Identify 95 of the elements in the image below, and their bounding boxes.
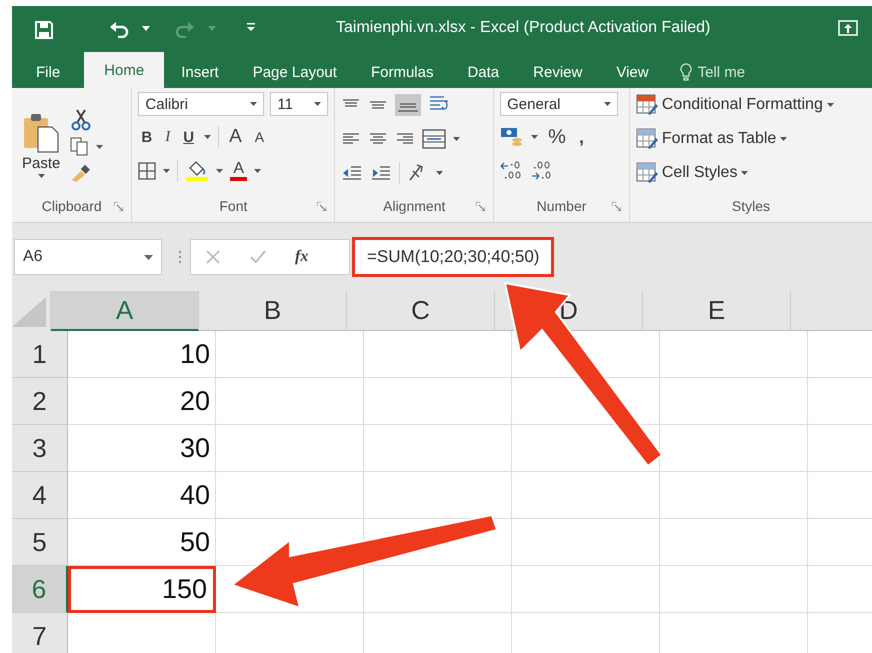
decrease-indent-icon[interactable] bbox=[341, 165, 364, 181]
caret-icon bbox=[314, 102, 322, 106]
font-color-button[interactable]: A bbox=[230, 161, 248, 181]
paste-button[interactable]: Paste bbox=[18, 112, 64, 178]
caret-icon[interactable] bbox=[204, 135, 212, 139]
number-format-field[interactable]: General bbox=[500, 92, 618, 116]
grow-font-button[interactable]: A bbox=[226, 126, 245, 148]
caret-icon bbox=[780, 137, 788, 141]
shrink-font-button[interactable]: A bbox=[252, 129, 268, 145]
styles-menu-button[interactable]: Conditional Formatting bbox=[636, 92, 866, 118]
caret-icon bbox=[144, 254, 153, 260]
customize-icon[interactable] bbox=[246, 22, 256, 32]
table-style-icon bbox=[636, 128, 658, 150]
underline-button[interactable]: U bbox=[180, 128, 198, 146]
ribbon-tab[interactable]: Insert bbox=[164, 56, 236, 88]
percent-button[interactable]: % bbox=[545, 126, 569, 148]
row-header[interactable]: 3 bbox=[12, 425, 68, 472]
dialog-launcher-icon[interactable] bbox=[476, 202, 486, 211]
align-center-icon[interactable] bbox=[368, 132, 388, 146]
dialog-launcher-icon[interactable] bbox=[114, 202, 124, 211]
caret-icon bbox=[826, 103, 834, 107]
group-label: Font bbox=[219, 198, 248, 216]
group-label: Number bbox=[536, 198, 586, 216]
group-label: Clipboard bbox=[42, 198, 102, 216]
table-style-icon bbox=[636, 162, 658, 184]
fill-color-icon[interactable] bbox=[185, 160, 210, 182]
currency-icon[interactable] bbox=[500, 126, 524, 148]
caret-icon bbox=[250, 102, 258, 106]
table-cell-text: 20 bbox=[178, 385, 211, 418]
font-name-field[interactable]: Calibri bbox=[138, 92, 264, 116]
table-cell-text: 50 bbox=[178, 526, 211, 559]
caret-icon[interactable] bbox=[453, 137, 460, 141]
caret-icon[interactable] bbox=[163, 169, 170, 173]
caret-icon[interactable] bbox=[436, 171, 444, 175]
ribbon-tab[interactable]: Review bbox=[516, 56, 600, 88]
italic-button[interactable]: I bbox=[162, 128, 174, 146]
redo-icon bbox=[174, 20, 196, 38]
font-size-field[interactable]: 11 bbox=[270, 92, 328, 116]
caret-icon[interactable] bbox=[216, 169, 224, 173]
dialog-launcher-icon[interactable] bbox=[612, 202, 621, 211]
ribbon-tab[interactable]: Formulas bbox=[354, 56, 450, 88]
caret-icon bbox=[208, 26, 216, 31]
row-header[interactable]: 4 bbox=[12, 472, 68, 519]
align-left-icon[interactable] bbox=[341, 132, 362, 146]
window-title: Taimienphi.vn.xlsx - Excel (Product Activation Failed) bbox=[336, 19, 710, 37]
column-header[interactable]: C bbox=[347, 291, 495, 331]
grip-icon bbox=[178, 250, 182, 264]
caret-icon[interactable] bbox=[142, 26, 150, 31]
ribbon-tab[interactable]: Home bbox=[84, 52, 164, 88]
cut-icon[interactable] bbox=[70, 109, 92, 131]
row-header[interactable]: 7 bbox=[12, 613, 68, 653]
ribbon-tab[interactable]: File bbox=[12, 56, 84, 88]
format-painter-icon[interactable] bbox=[70, 163, 92, 183]
styles-menu-button[interactable]: Format as Table bbox=[636, 126, 866, 152]
bold-button[interactable]: B bbox=[138, 128, 156, 146]
borders-icon[interactable] bbox=[138, 162, 156, 180]
group-label: Styles bbox=[732, 198, 770, 216]
insert-function-button[interactable]: fx bbox=[295, 248, 308, 266]
copy-icon[interactable] bbox=[70, 137, 104, 157]
caret-icon[interactable] bbox=[254, 169, 262, 173]
comma-button[interactable]: , bbox=[576, 126, 587, 148]
table-cell-text: 30 bbox=[178, 432, 211, 465]
row-header[interactable]: 2 bbox=[12, 378, 68, 425]
save-icon[interactable] bbox=[34, 20, 54, 40]
row-header[interactable]: 5 bbox=[12, 519, 68, 566]
caret-icon bbox=[38, 174, 45, 178]
increase-indent-icon[interactable] bbox=[370, 165, 392, 181]
formula-field[interactable]: =SUM(10;20;30;40;50) bbox=[352, 237, 554, 277]
styles-menu-button[interactable]: Cell Styles bbox=[636, 160, 866, 186]
dialog-launcher-icon[interactable] bbox=[317, 202, 326, 211]
row-header[interactable]: 1 bbox=[12, 331, 68, 378]
ribbon-tab[interactable]: Page Layout bbox=[236, 56, 354, 88]
column-header[interactable]: B bbox=[199, 291, 347, 331]
undo-icon[interactable] bbox=[108, 20, 130, 38]
lightbulb-icon bbox=[680, 63, 692, 81]
caret-icon bbox=[741, 171, 748, 175]
table-cell-text: 10 bbox=[178, 338, 211, 371]
ribbon-display-icon[interactable] bbox=[838, 20, 858, 36]
ribbon-tab[interactable]: Data bbox=[450, 56, 516, 88]
clipboard-icon bbox=[22, 112, 60, 152]
column-header[interactable]: A bbox=[51, 291, 199, 331]
caret-icon bbox=[604, 102, 612, 106]
bottom-align-icon[interactable] bbox=[395, 94, 422, 116]
tell-me-button[interactable]: Tell me bbox=[666, 56, 746, 88]
group-label: Alignment bbox=[383, 198, 446, 216]
table-cell: 150 bbox=[68, 566, 216, 613]
align-right-icon[interactable] bbox=[395, 132, 416, 146]
name-box[interactable]: A6 bbox=[14, 239, 162, 275]
merge-center-icon[interactable] bbox=[422, 129, 446, 149]
table-cell-text: 40 bbox=[178, 479, 211, 512]
caret-icon[interactable] bbox=[531, 135, 538, 139]
column-header[interactable]: E bbox=[643, 291, 791, 331]
row-header[interactable]: 6 bbox=[12, 566, 68, 613]
ribbon-tab[interactable]: View bbox=[599, 56, 666, 88]
table-style-icon bbox=[636, 94, 658, 116]
